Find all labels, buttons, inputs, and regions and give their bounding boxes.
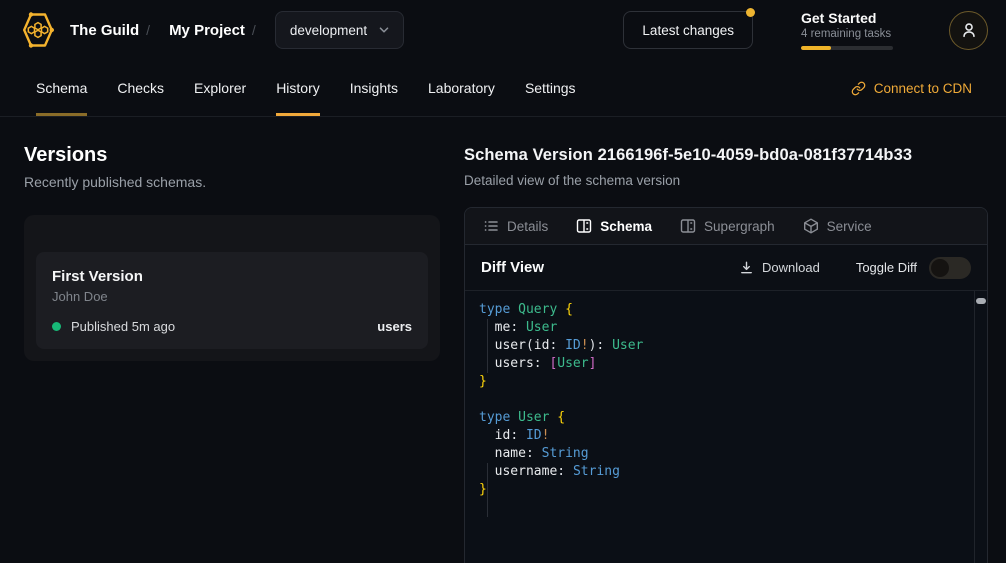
- version-list-item[interactable]: First Version John Doe Published 5m ago …: [36, 252, 428, 349]
- code-line: }: [479, 373, 967, 391]
- schema-version-detail: Schema Version 2166196f-5e10-4059-bd0a-0…: [464, 146, 988, 563]
- code-line: type User {: [479, 409, 967, 427]
- columns-icon: [576, 218, 592, 234]
- indent-guide: [487, 463, 488, 517]
- version-author: John Doe: [52, 289, 412, 304]
- org-breadcrumb[interactable]: The Guild: [70, 22, 139, 39]
- versions-title: Versions: [24, 144, 440, 167]
- code-line: name: String: [479, 445, 967, 463]
- download-button[interactable]: Download: [739, 260, 820, 275]
- code-scrollbar[interactable]: [974, 291, 987, 563]
- project-breadcrumb[interactable]: My Project: [169, 22, 245, 39]
- nav-tab-schema[interactable]: Schema: [36, 60, 87, 116]
- columns-icon: [680, 218, 696, 234]
- download-icon: [739, 260, 754, 275]
- get-started-progressbar: [801, 46, 893, 50]
- chevron-down-icon: [377, 23, 391, 37]
- get-started-progress-fill: [801, 46, 831, 50]
- code-line: id: ID!: [479, 427, 967, 445]
- scrollbar-thumb[interactable]: [976, 298, 986, 304]
- diff-view-title: Diff View: [481, 259, 544, 276]
- hive-logo-icon[interactable]: [18, 10, 58, 50]
- target-selector[interactable]: development: [275, 11, 404, 49]
- user-avatar-button[interactable]: [949, 11, 988, 50]
- get-started-subtitle: 4 remaining tasks: [801, 28, 897, 40]
- list-icon: [483, 218, 499, 234]
- schema-version-panel: Details Schema: [464, 207, 988, 563]
- tab-supergraph[interactable]: Supergraph: [680, 218, 775, 234]
- tab-details[interactable]: Details: [483, 218, 548, 234]
- main-nav: Schema Checks Explorer History Insights …: [0, 60, 1006, 117]
- app-window: The Guild / My Project / development Lat…: [0, 0, 1006, 563]
- tab-schema[interactable]: Schema: [576, 218, 652, 234]
- toggle-diff-label: Toggle Diff: [856, 260, 917, 275]
- schema-code-viewer[interactable]: type Query { me: User user(id: ID!): Use…: [465, 291, 987, 563]
- indent-guide: [487, 319, 488, 373]
- code-line: users: [User]: [479, 355, 967, 373]
- nav-tab-insights[interactable]: Insights: [350, 60, 398, 116]
- tab-service[interactable]: Service: [803, 218, 872, 234]
- latest-changes-label: Latest changes: [642, 23, 734, 38]
- notification-dot: [746, 8, 755, 17]
- schema-version-subtitle: Detailed view of the schema version: [464, 173, 988, 188]
- target-selector-value: development: [290, 23, 367, 38]
- nav-tab-laboratory[interactable]: Laboratory: [428, 60, 495, 116]
- versions-list: First Version John Doe Published 5m ago …: [24, 215, 440, 361]
- code-line: [479, 391, 967, 409]
- version-status-row: Published 5m ago users: [52, 319, 412, 334]
- get-started-title: Get Started: [801, 10, 897, 26]
- nav-tabs: Schema Checks Explorer History Insights …: [36, 60, 576, 116]
- user-icon: [960, 21, 978, 39]
- get-started-widget[interactable]: Get Started 4 remaining tasks: [801, 10, 897, 50]
- toggle-diff-control: Toggle Diff: [856, 257, 971, 279]
- latest-changes-button[interactable]: Latest changes: [623, 11, 753, 49]
- breadcrumb-separator: /: [146, 22, 150, 38]
- code-line: type Query {: [479, 301, 967, 319]
- connect-to-cdn-link[interactable]: Connect to CDN: [851, 60, 972, 116]
- nav-tab-checks[interactable]: Checks: [117, 60, 164, 116]
- version-status: Published 5m ago: [71, 319, 175, 334]
- version-name: First Version: [52, 268, 412, 285]
- published-status-dot: [52, 322, 61, 331]
- code-line: me: User: [479, 319, 967, 337]
- versions-subtitle: Recently published schemas.: [24, 174, 440, 190]
- nav-tab-history[interactable]: History: [276, 60, 320, 116]
- breadcrumb-separator: /: [252, 22, 256, 38]
- code-block: type Query { me: User user(id: ID!): Use…: [479, 301, 967, 499]
- link-icon: [851, 81, 866, 96]
- schema-version-title: Schema Version 2166196f-5e10-4059-bd0a-0…: [464, 146, 988, 165]
- toggle-diff-switch[interactable]: [929, 257, 971, 279]
- versions-panel: Versions Recently published schemas. Fir…: [24, 144, 440, 361]
- detail-tabstrip: Details Schema: [465, 208, 987, 245]
- code-line: user(id: ID!): User: [479, 337, 967, 355]
- code-line: }: [479, 481, 967, 499]
- top-header: The Guild / My Project / development Lat…: [0, 0, 1006, 60]
- code-line: username: String: [479, 463, 967, 481]
- nav-tab-explorer[interactable]: Explorer: [194, 60, 246, 116]
- nav-tab-settings[interactable]: Settings: [525, 60, 576, 116]
- toggle-knob: [931, 259, 949, 277]
- cube-icon: [803, 218, 819, 234]
- diff-view-header: Diff View Download Toggle Diff: [465, 245, 987, 291]
- version-service-badge: users: [377, 319, 412, 334]
